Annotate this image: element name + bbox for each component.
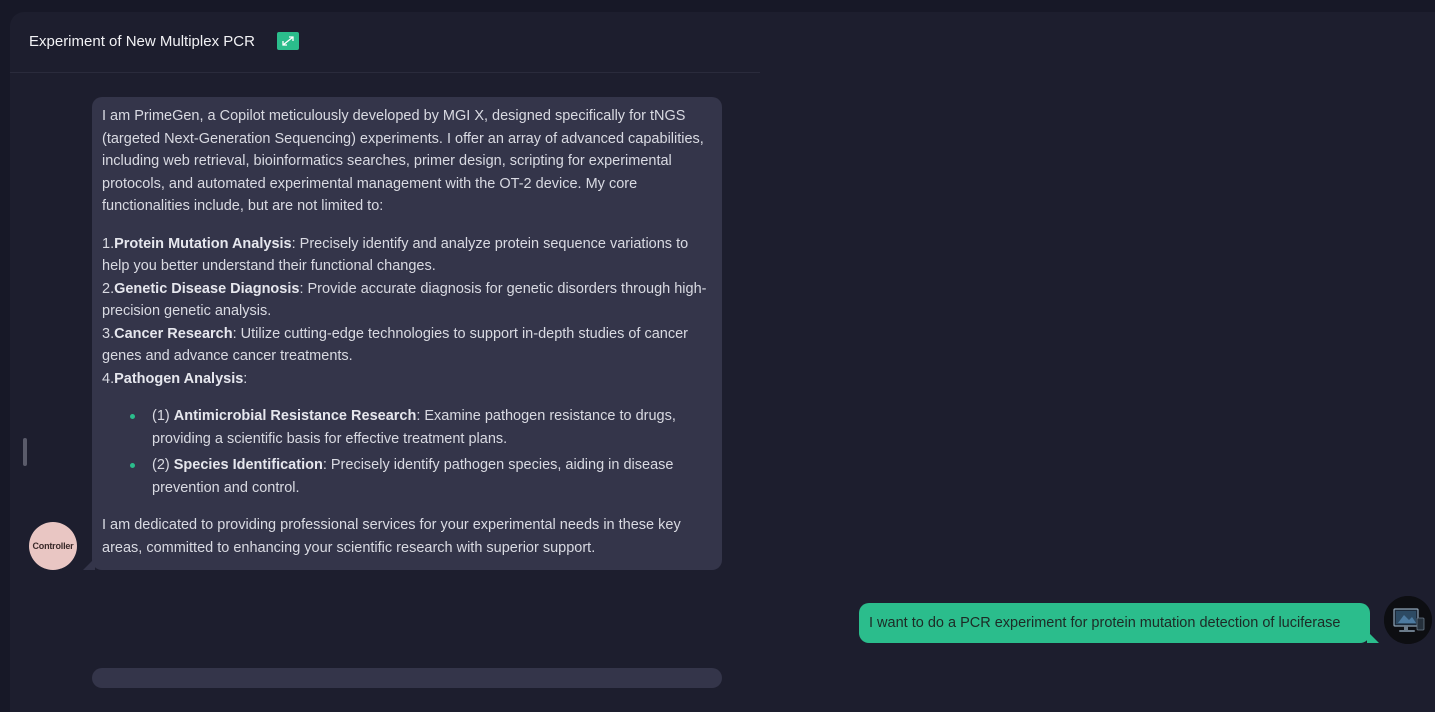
avatar-label: Controller [32,541,74,551]
next-bot-message-bubble [92,668,722,688]
item-title: Pathogen Analysis [114,370,244,387]
chat-title: Experiment of New Multiplex PCR [29,33,255,50]
item-title: Species Identification [173,457,323,473]
pathogen-sub-list: (1) Antimicrobial Resistance Research: E… [102,405,712,499]
monitor-avatar-icon [1384,596,1432,644]
list-item: 3.Cancer Research: Utilize cutting-edge … [102,325,688,365]
user-message-text: I want to do a PCR experiment for protei… [869,615,1341,631]
capability-list: 1.Protein Mutation Analysis: Precisely i… [102,233,712,391]
list-item: (2) Species Identification: Precisely id… [130,454,712,499]
item-title: Cancer Research [114,325,233,342]
expand-icon[interactable] [277,32,299,50]
item-title: Antimicrobial Resistance Research [173,408,417,424]
chat-header: Experiment of New Multiplex PCR [10,12,760,73]
avatar: Controller [29,522,77,570]
bot-message-bubble: I am PrimeGen, a Copilot meticulously de… [92,97,722,570]
closing-text: I am dedicated to providing professional… [102,517,681,556]
list-item: 1.Protein Mutation Analysis: Precisely i… [102,235,689,275]
user-message-bubble: I want to do a PCR experiment for protei… [859,603,1370,643]
scrollbar-handle[interactable] [23,438,27,466]
item-title: Genetic Disease Diagnosis [114,280,300,297]
list-item: 4.Pathogen Analysis: [102,370,248,387]
intro-text: I am PrimeGen, a Copilot meticulously de… [102,108,704,214]
list-item: 2.Genetic Disease Diagnosis: Provide acc… [102,280,707,320]
item-title: Protein Mutation Analysis [114,235,292,252]
list-item: (1) Antimicrobial Resistance Research: E… [130,405,712,450]
